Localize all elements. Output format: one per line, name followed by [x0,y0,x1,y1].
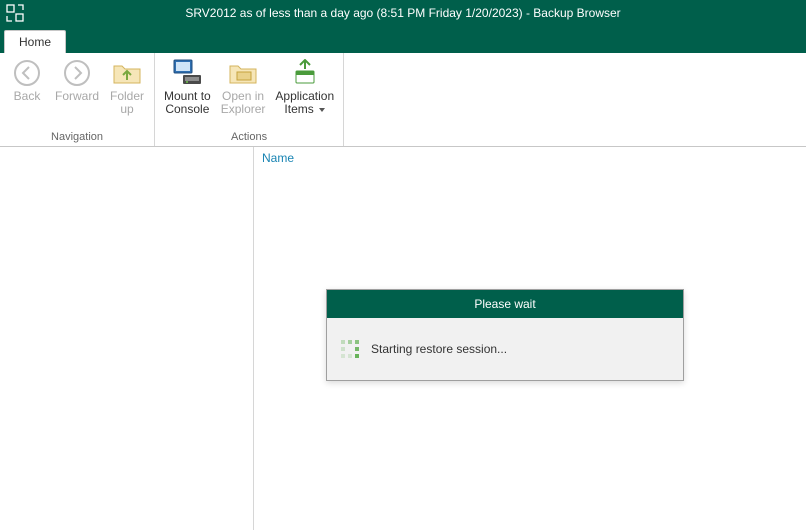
dialog-message: Starting restore session... [371,342,507,356]
application-items-button[interactable]: Application Items [270,55,339,118]
list-pane: Name Please wait Starting restore sessio… [254,147,806,530]
ribbon-group-label-navigation: Navigation [0,129,154,146]
tree-pane[interactable] [0,147,254,530]
tab-strip: Home [0,26,806,53]
ribbon-group-actions: Mount to Console Open in Explorer [155,53,344,146]
mount-console-icon [171,57,203,89]
mount-to-console-label: Mount to Console [164,90,211,116]
forward-button[interactable]: Forward [50,55,104,105]
forward-arrow-icon [61,57,93,89]
chevron-down-icon [319,108,325,112]
folder-up-label: Folder up [110,90,144,116]
workspace: Name Please wait Starting restore sessio… [0,147,806,530]
folder-up-icon [111,57,143,89]
back-arrow-icon [11,57,43,89]
folder-up-button[interactable]: Folder up [104,55,150,118]
explorer-folder-icon [227,57,259,89]
titlebar: SRV2012 as of less than a day ago (8:51 … [0,0,806,26]
mount-to-console-button[interactable]: Mount to Console [159,55,216,118]
spinner-icon [341,340,359,358]
ribbon: Back Forward Folder up [0,53,806,147]
dialog-body: Starting restore session... [327,318,683,380]
application-items-icon [289,57,321,89]
forward-label: Forward [55,90,99,103]
back-button[interactable]: Back [4,55,50,105]
tab-home[interactable]: Home [4,30,66,53]
open-in-explorer-button[interactable]: Open in Explorer [216,55,271,118]
back-label: Back [14,90,41,103]
application-items-label: Application Items [275,90,334,116]
list-column-header-name[interactable]: Name [254,147,806,169]
ribbon-group-navigation: Back Forward Folder up [0,53,155,146]
open-in-explorer-label: Open in Explorer [221,90,266,116]
dialog-title: Please wait [327,290,683,318]
window-title: SRV2012 as of less than a day ago (8:51 … [6,6,800,20]
ribbon-group-label-actions: Actions [155,129,343,146]
please-wait-dialog: Please wait Starting restore session... [326,289,684,381]
